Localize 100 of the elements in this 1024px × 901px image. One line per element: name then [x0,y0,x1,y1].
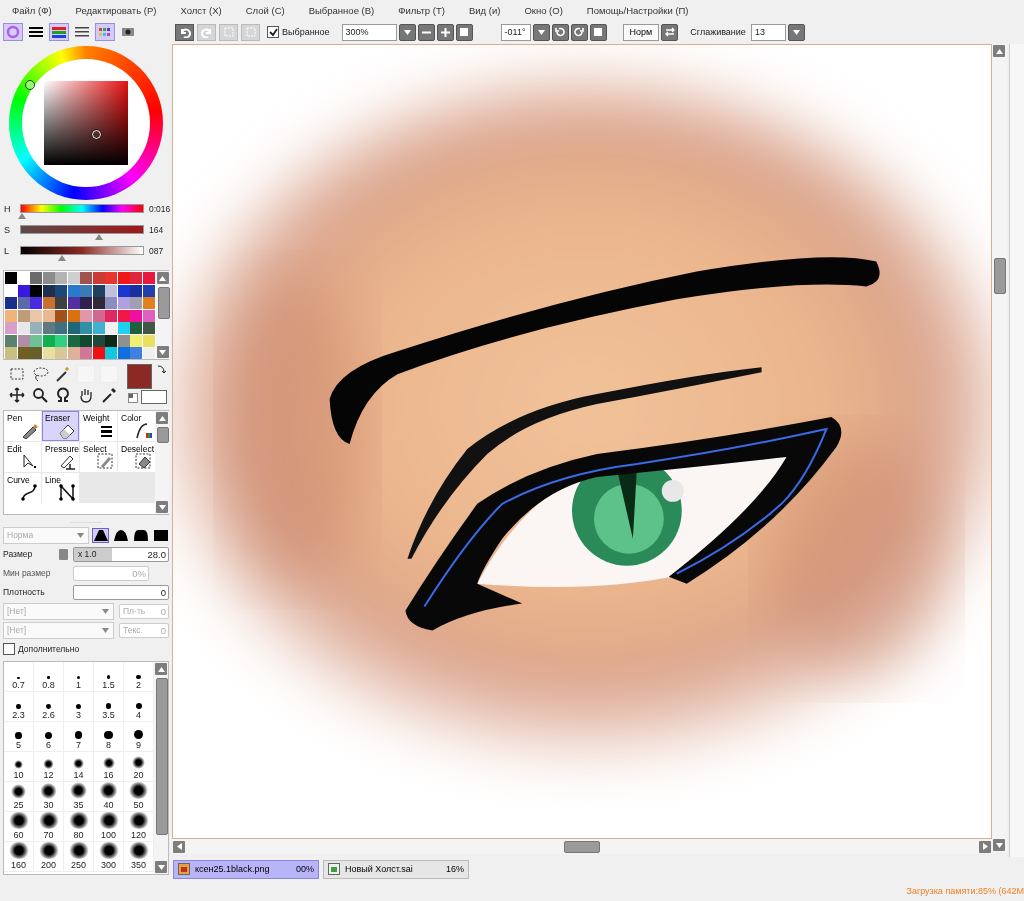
brush-size-preset[interactable]: 25 [4,782,34,812]
brush-size-preset[interactable]: 1.5 [94,662,124,692]
size-field[interactable]: x 1.0 28.0 [73,546,169,562]
lasso-icon[interactable] [31,366,49,382]
rotate-icon[interactable] [55,387,71,403]
zoom-field[interactable]: 300% [341,23,397,41]
scroll-thumb[interactable] [157,427,169,443]
menu-item[interactable]: Выбранное (В) [308,4,375,16]
eye-painting-drawing[interactable] [172,44,992,839]
tool-button[interactable]: Eraser [42,411,79,441]
scroll-left-button[interactable] [173,840,185,853]
color-slider[interactable] [20,204,144,220]
panel-toggle-button[interactable] [49,23,69,41]
scrollbar[interactable] [155,411,169,514]
brush-size-preset[interactable]: 2.6 [34,692,64,722]
rotate-right-button[interactable] [570,23,588,41]
selection-checkbox[interactable] [267,26,279,38]
brush-size-preset[interactable]: 3 [64,692,94,722]
scroll-right-button[interactable] [979,840,991,853]
tool-button[interactable]: Deselect [118,442,155,472]
scroll-thumb[interactable] [157,287,170,319]
scrollbar[interactable] [172,839,992,854]
advanced-checkbox[interactable] [3,643,15,655]
scroll-thumb[interactable] [994,258,1006,294]
brush-size-preset[interactable]: 16 [94,752,124,782]
reset-zoom-button[interactable] [455,23,473,41]
panel-toggle-button[interactable] [3,23,23,41]
menu-item[interactable]: Холст (Х) [180,4,222,16]
brush-size-preset[interactable]: 12 [34,752,64,782]
rotate-left-button[interactable] [551,23,569,41]
eyedropper-icon[interactable] [101,387,117,403]
brush-size-preset[interactable]: 350 [124,842,154,872]
brush-shape-button[interactable] [92,527,109,543]
brush-size-preset[interactable]: 160 [4,842,34,872]
menu-item[interactable]: Фильтр (Т) [398,4,445,16]
menu-item[interactable]: Редактировать (Р) [75,4,157,16]
scroll-up-button[interactable] [156,272,169,284]
hue-handle[interactable] [25,80,35,90]
scroll-up-button[interactable] [155,663,167,675]
brush-size-preset[interactable]: 35 [64,782,94,812]
hand-icon[interactable] [78,387,94,403]
color-slider[interactable] [20,246,144,262]
swap-colors-icon[interactable] [156,364,166,374]
dropdown-button[interactable] [398,23,416,41]
brush-size-preset[interactable]: 100 [94,812,124,842]
brush-size-preset[interactable]: 0.7 [4,662,34,692]
tool-button[interactable]: Edit [4,442,41,472]
history-button[interactable] [175,23,194,41]
tool-button[interactable]: Pen [4,411,41,441]
tool-button[interactable]: Select [80,442,117,472]
brush-size-preset[interactable]: 120 [124,812,154,842]
brush-size-preset[interactable]: 80 [64,812,94,842]
brush-size-preset[interactable]: 14 [64,752,94,782]
tool-button[interactable]: Pressure [42,442,79,472]
scroll-up-button[interactable] [156,412,168,424]
scroll-down-button[interactable] [993,839,1005,851]
brush-size-preset[interactable]: 0.8 [34,662,64,692]
document-tab[interactable]: ксен25.1black.png 00% [173,859,319,879]
scrollbar[interactable] [155,271,170,359]
color-palette[interactable] [4,271,156,360]
rectangle-select-icon[interactable] [9,366,25,382]
brush-size-preset[interactable]: 2.3 [4,692,34,722]
scroll-thumb[interactable] [564,840,600,853]
flip-button[interactable] [661,23,679,41]
brush-size-preset[interactable]: 6 [34,722,64,752]
dropdown-button[interactable] [787,23,805,41]
scrollbar[interactable] [154,662,168,874]
saturation-lightness-square[interactable] [44,81,128,165]
slider-thumb[interactable] [18,213,27,219]
brush-size-preset[interactable]: 3.5 [94,692,124,722]
brush-size-preset[interactable]: 200 [34,842,64,872]
panel-toggle-button[interactable] [95,23,115,41]
slider-thumb[interactable] [58,255,67,261]
brush-size-preset[interactable]: 50 [124,782,154,812]
brush-size-preset[interactable]: 10 [4,752,34,782]
angle-field[interactable]: -011° [500,23,531,41]
density-field[interactable]: 0 [73,584,169,600]
brush-size-preset[interactable]: 40 [94,782,124,812]
color-slider[interactable] [20,225,144,241]
brush-shape-button[interactable] [112,527,129,543]
document-tab[interactable]: Новый Холст.sai 16% [323,859,469,879]
zoom-icon[interactable] [32,387,48,403]
brush-size-preset[interactable]: 8 [94,722,124,752]
brush-shape-button[interactable] [132,527,149,543]
reset-colors-icon[interactable] [128,393,138,403]
tool-button[interactable]: Line [42,473,79,503]
menu-item[interactable]: Вид (и) [468,4,501,16]
tool-button[interactable]: Color [118,411,155,441]
brush-size-preset[interactable]: 1 [64,662,94,692]
zoom-in-button[interactable] [436,23,454,41]
blend-mode-button[interactable]: Норм [622,23,660,41]
scroll-down-button[interactable] [155,861,167,873]
slider-thumb[interactable] [95,234,104,240]
menu-item[interactable]: Помощь/Настройки (П) [586,4,689,16]
brush-size-preset[interactable]: 250 [64,842,94,872]
brush-size-preset[interactable]: 300 [94,842,124,872]
scrollbar[interactable] [992,44,1007,852]
move-icon[interactable] [9,387,25,403]
menu-item[interactable]: Окно (О) [524,4,563,16]
background-color-swatch[interactable] [141,390,167,404]
